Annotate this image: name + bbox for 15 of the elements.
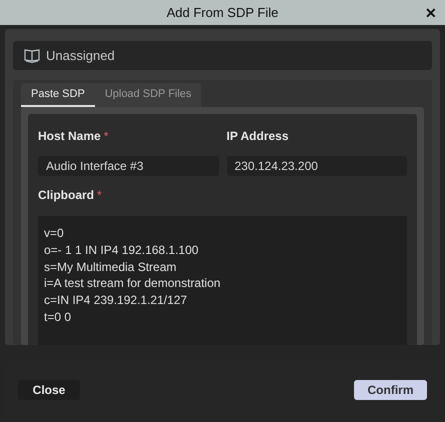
book-icon — [24, 48, 40, 62]
confirm-button[interactable]: Confirm — [354, 380, 427, 400]
field-label: Host Name — [38, 128, 101, 145]
text-field[interactable]: 230.124.23.200 — [226, 156, 407, 176]
field-label: IP Address — [226, 128, 289, 145]
required-mark: * — [104, 128, 108, 145]
required-mark: * — [97, 187, 102, 204]
field-label: Clipboard — [38, 187, 94, 204]
window-title: Add From SDP File — [166, 4, 278, 22]
location-label: Unassigned — [46, 46, 115, 65]
text-field[interactable]: Audio Interface #3 — [38, 156, 218, 176]
close-button[interactable]: ✕ — [425, 3, 437, 24]
tab[interactable]: Upload SDP Files — [94, 83, 202, 107]
close-button[interactable]: Close — [18, 380, 80, 400]
clipboard-field[interactable]: v=0 o=- 1 1 IN IP4 192.168.1.100 s=My Multimedia Stream i=A test stream for demonstration c=IN IP4 239.192.1.21/127 t=0 0 — [38, 216, 407, 345]
